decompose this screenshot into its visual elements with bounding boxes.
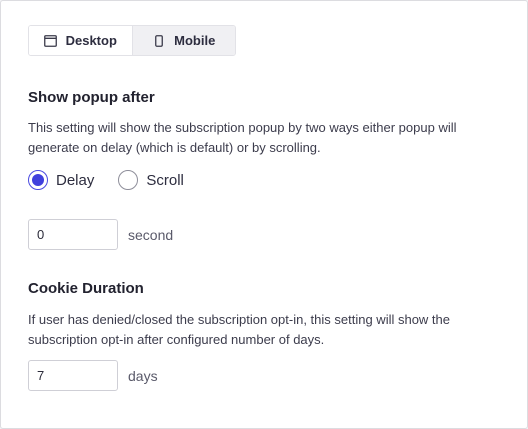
popup-trigger-options: Delay Scroll xyxy=(28,169,208,191)
cookie-heading: Cookie Duration xyxy=(28,280,144,297)
cookie-unit-label: days xyxy=(128,367,158,384)
tab-desktop[interactable]: Desktop xyxy=(29,26,132,55)
phone-icon xyxy=(152,34,166,48)
cookie-days-input[interactable] xyxy=(28,360,118,391)
delay-input-row: second xyxy=(28,219,173,250)
device-tabs: Desktop Mobile xyxy=(28,25,236,56)
monitor-icon xyxy=(44,34,58,48)
radio-delay[interactable]: Delay xyxy=(28,170,94,190)
tab-mobile[interactable]: Mobile xyxy=(131,26,235,55)
cookie-description: If user has denied/closed the subscripti… xyxy=(28,312,451,347)
radio-selected-dot xyxy=(32,174,44,186)
settings-panel: Desktop Mobile Show popup after This set… xyxy=(0,0,528,429)
popup-heading: Show popup after xyxy=(28,89,155,106)
cookie-input-row: days xyxy=(28,360,158,391)
delay-unit-label: second xyxy=(128,226,174,243)
tab-desktop-label: Desktop xyxy=(65,33,117,48)
radio-scroll-circle[interactable] xyxy=(118,170,139,190)
popup-description: This setting will show the subscription … xyxy=(28,120,457,155)
radio-delay-label: Delay xyxy=(56,171,95,189)
radio-scroll-label: Scroll xyxy=(146,171,184,189)
radio-scroll[interactable]: Scroll xyxy=(118,170,184,190)
radio-delay-circle[interactable] xyxy=(28,170,48,190)
delay-seconds-input[interactable] xyxy=(28,219,118,250)
tab-mobile-label: Mobile xyxy=(174,33,216,48)
